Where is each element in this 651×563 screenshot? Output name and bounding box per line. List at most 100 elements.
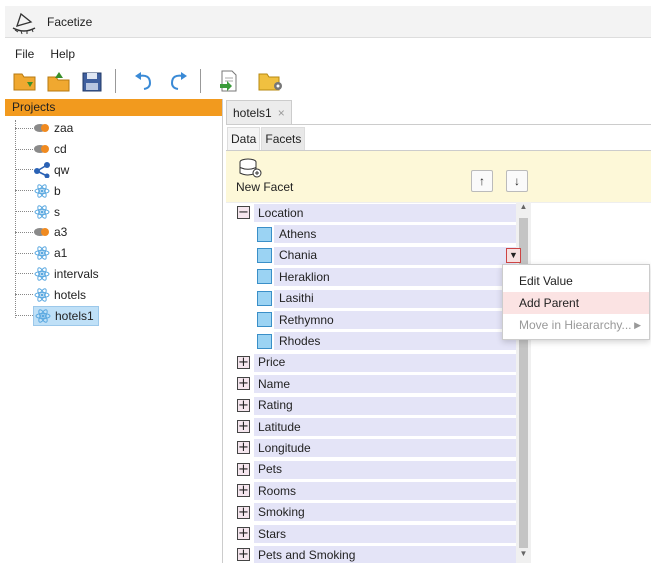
- projects-header: Projects: [5, 99, 222, 116]
- open-project-button[interactable]: [45, 67, 73, 95]
- facet-smoking[interactable]: + Smoking: [234, 501, 532, 522]
- redo-button[interactable]: [164, 67, 192, 95]
- facet-label: Pets and Smoking: [258, 547, 356, 562]
- export-button[interactable]: [215, 67, 243, 95]
- facet-rooms[interactable]: + Rooms: [234, 480, 532, 501]
- tree-item-intervals[interactable]: intervals: [5, 264, 222, 285]
- atom-icon: [33, 183, 51, 199]
- facet-value-icon: [257, 226, 272, 242]
- facet-label: Location: [258, 205, 304, 220]
- close-icon[interactable]: ×: [278, 106, 285, 120]
- scroll-up-icon[interactable]: ▲: [516, 202, 531, 216]
- facet-value-icon: [257, 312, 272, 328]
- facet-value-label: Heraklion: [279, 269, 330, 284]
- expand-icon[interactable]: +: [237, 505, 250, 519]
- expand-icon[interactable]: +: [237, 441, 250, 455]
- tab-data[interactable]: Data: [227, 127, 261, 150]
- database-icon: [33, 224, 51, 240]
- title-bar: Facetize: [5, 6, 651, 38]
- save-button[interactable]: [79, 67, 107, 95]
- view-tabs: Data Facets: [226, 127, 651, 151]
- selection-highlight: hotels1: [33, 305, 99, 326]
- undo-button[interactable]: [130, 67, 158, 95]
- tree-item-qw[interactable]: qw: [5, 160, 222, 181]
- tree-connector: [15, 273, 33, 275]
- facet-pets-and-smoking[interactable]: + Pets and Smoking: [234, 544, 532, 563]
- new-project-button[interactable]: [11, 67, 39, 95]
- database-icon: [33, 141, 51, 157]
- facet-stars[interactable]: + Stars: [234, 523, 532, 544]
- open-folder-icon: [258, 73, 282, 91]
- expand-icon[interactable]: +: [237, 484, 250, 498]
- app-title: Facetize: [47, 14, 93, 29]
- facet-label: Pets: [258, 462, 283, 477]
- menu-help[interactable]: Help: [42, 44, 83, 64]
- facet-price[interactable]: + Price: [234, 352, 532, 373]
- facet-pets[interactable]: + Pets: [234, 459, 532, 480]
- facet-row-background: [254, 353, 524, 372]
- facet-name[interactable]: + Name: [234, 373, 532, 394]
- move-up-button[interactable]: ↑: [471, 170, 493, 192]
- menu-item-edit-value[interactable]: Edit Value: [503, 270, 649, 292]
- menu-file[interactable]: File: [5, 44, 42, 64]
- tree-connector: [15, 127, 33, 129]
- tree-item-s[interactable]: s: [5, 201, 222, 222]
- facet-label: Stars: [258, 526, 287, 541]
- tree-item-a1[interactable]: a1: [5, 243, 222, 264]
- facet-label: Rooms: [258, 483, 297, 498]
- facet-latitude[interactable]: + Latitude: [234, 416, 532, 437]
- tree-item-zaa[interactable]: zaa: [5, 118, 222, 139]
- expand-icon[interactable]: +: [237, 355, 250, 369]
- expand-icon[interactable]: +: [237, 527, 250, 541]
- dropdown-arrow-icon[interactable]: ▼: [506, 247, 521, 263]
- expand-icon[interactable]: +: [237, 398, 250, 412]
- facet-location[interactable]: − Location: [234, 202, 532, 223]
- atom-icon: [33, 245, 51, 261]
- new-facet-button[interactable]: New Facet: [236, 158, 293, 194]
- projects-panel: Projects zaa cd qw b s a3 a1 intervals h…: [5, 99, 223, 563]
- expand-icon[interactable]: +: [237, 548, 250, 562]
- tab-facets[interactable]: Facets: [261, 127, 306, 150]
- facet-value-lasithi[interactable]: Lasithi: [234, 288, 532, 309]
- tree-item-b[interactable]: b: [5, 180, 222, 201]
- tree-connector: [15, 169, 33, 171]
- atom-icon: [33, 204, 51, 220]
- document-tabs: hotels1 ×: [226, 99, 651, 125]
- facet-longitude[interactable]: + Longitude: [234, 437, 532, 458]
- tree-item-label: a3: [54, 225, 68, 240]
- tree-connector: [15, 211, 33, 213]
- scroll-down-icon[interactable]: ▼: [516, 549, 531, 563]
- facet-value-icon: [257, 290, 272, 306]
- facet-value-rethymno[interactable]: Rethymno: [234, 309, 532, 330]
- facet-value-athens[interactable]: Athens: [234, 223, 532, 244]
- tab-hotels1[interactable]: hotels1 ×: [226, 100, 292, 124]
- menu-item-add-parent[interactable]: Add Parent: [503, 292, 649, 314]
- facet-value-label: Chania: [279, 248, 318, 263]
- tree-item-hotels1[interactable]: hotels1: [5, 305, 222, 326]
- new-facet-icon: [239, 158, 262, 178]
- tree-item-label: hotels1: [55, 308, 94, 323]
- collapse-icon[interactable]: −: [237, 206, 250, 220]
- facet-rating[interactable]: + Rating: [234, 395, 532, 416]
- facet-value-rhodes[interactable]: Rhodes: [234, 330, 532, 351]
- redo-icon: [170, 72, 187, 90]
- expand-icon[interactable]: +: [237, 420, 250, 434]
- tree-item-a3[interactable]: a3: [5, 222, 222, 243]
- export-icon: [220, 70, 237, 92]
- toolbar-separator: [200, 69, 201, 93]
- tree-item-hotels[interactable]: hotels: [5, 284, 222, 305]
- open-folder-button[interactable]: [257, 67, 285, 95]
- move-down-button[interactable]: ↓: [506, 170, 528, 192]
- tree-connector: [15, 294, 33, 296]
- expand-icon[interactable]: +: [237, 462, 250, 476]
- tree-item-label: intervals: [54, 266, 99, 281]
- menu-item-move-in-hierarchy[interactable]: Move in Hieararchy... ▶: [503, 314, 649, 336]
- facet-value-heraklion[interactable]: Heraklion: [234, 266, 532, 287]
- tree-item-cd[interactable]: cd: [5, 139, 222, 160]
- tree-item-label: qw: [54, 162, 70, 177]
- expand-icon[interactable]: +: [237, 377, 250, 391]
- facet-value-label: Rethymno: [279, 312, 334, 327]
- arrow-up-icon: ↑: [479, 174, 485, 188]
- menu-bar: File Help: [5, 44, 83, 64]
- facet-value-chania[interactable]: Chania ▼: [234, 245, 532, 266]
